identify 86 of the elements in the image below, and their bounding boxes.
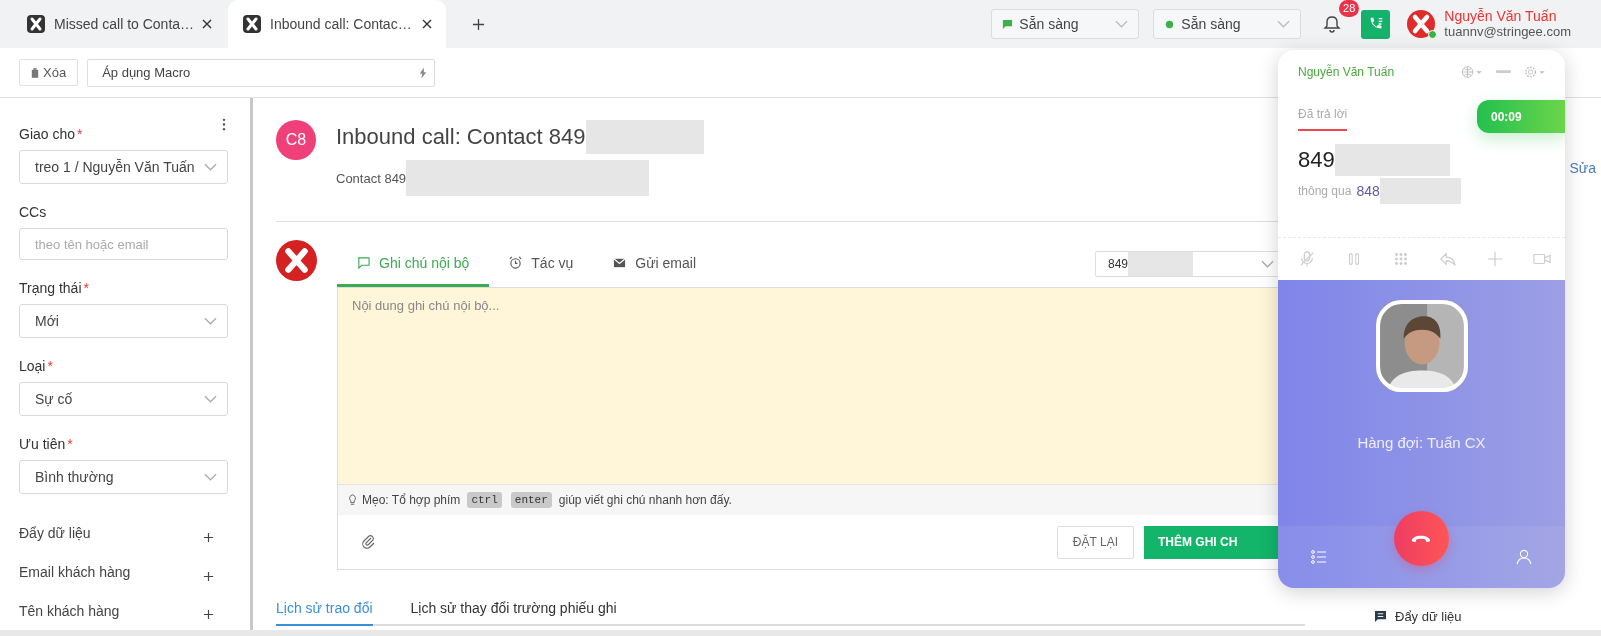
avatar-logo-icon: [1406, 9, 1437, 39]
chevron-down-icon: [204, 473, 217, 481]
user-email: tuannv@stringee.com: [1444, 24, 1571, 40]
select-field[interactable]: treo 1 / Nguyễn Văn Tuấn: [19, 150, 228, 184]
tip-text: giúp viết ghi chú nhanh hơn đấy.: [558, 493, 732, 507]
phone-button[interactable]: [1361, 9, 1391, 39]
panel-item[interactable]: Đẩy dữ liệu: [1395, 609, 1462, 624]
keypad-icon[interactable]: [1392, 250, 1410, 268]
section-label[interactable]: Tên khách hàng: [19, 602, 120, 619]
ticket-title: Inbound call: Contact 849: [336, 124, 586, 150]
chevron-down-icon: [1277, 20, 1291, 28]
field-label: Trạng thái: [19, 280, 82, 296]
select-field[interactable]: Bình thường: [19, 460, 228, 494]
history-tab[interactable]: Lịch sử thay đổi trường phiếu ghi: [410, 594, 617, 626]
section-label[interactable]: Email khách hàng: [19, 564, 131, 580]
via-label: thông qua: [1298, 184, 1352, 198]
alarm-clock-icon: [509, 256, 523, 269]
select-field[interactable]: Sự cố: [19, 382, 228, 416]
trash-icon: [31, 67, 39, 78]
plus-icon[interactable]: [203, 609, 214, 621]
hang-up-button[interactable]: [1394, 510, 1449, 566]
user-name: Nguyễn Văn Tuấn: [1444, 8, 1558, 24]
globe-icon[interactable]: [1460, 65, 1484, 79]
close-icon[interactable]: [422, 19, 432, 29]
envelope-icon: [613, 256, 627, 269]
field-label: CCs: [19, 204, 47, 220]
required-mark: *: [47, 358, 53, 374]
macro-field[interactable]: Áp dụng Macro: [87, 58, 436, 87]
key-label: ctrl: [467, 492, 502, 508]
call-status: Đã trả lời: [1298, 107, 1348, 131]
chat-icon: [1375, 611, 1386, 622]
chat-icon: [1002, 18, 1014, 30]
delete-button[interactable]: Xóa: [19, 59, 79, 86]
reset-button[interactable]: ĐẶT LẠI: [1056, 525, 1134, 559]
history-tab[interactable]: Lịch sử trao đổi: [276, 594, 373, 626]
call-timer: 00:09: [1477, 100, 1565, 133]
key-label: enter: [510, 492, 552, 508]
field-label: Giao cho: [19, 126, 76, 142]
close-icon[interactable]: [202, 19, 213, 29]
x-logo-icon: [242, 14, 262, 34]
mute-icon[interactable]: [1298, 250, 1316, 268]
field-label: Loại: [19, 358, 46, 374]
lightbulb-icon: [348, 494, 357, 506]
plus-icon[interactable]: [472, 17, 485, 31]
required-mark: *: [83, 280, 89, 296]
user-icon[interactable]: [1515, 549, 1532, 565]
tip-text: Mẹo: Tổ hợp phím: [362, 493, 461, 507]
chevron-down-icon: [1261, 259, 1274, 268]
composer-tab[interactable]: Tác vụ: [489, 241, 594, 287]
select-field[interactable]: Mới: [19, 304, 228, 338]
chevron-down-icon: [1115, 20, 1129, 28]
via-number: 848: [1356, 183, 1380, 199]
bell-icon[interactable]: [1322, 14, 1343, 34]
notification-badge: 28: [1339, 0, 1360, 17]
required-mark: *: [77, 126, 83, 142]
browser-tab[interactable]: Inbound call: Contac…: [228, 0, 446, 48]
plus-icon[interactable]: [203, 570, 214, 582]
section-label[interactable]: Đẩy dữ liệu: [19, 525, 91, 542]
chevron-down-icon: [204, 163, 217, 171]
comment-icon: [357, 256, 370, 269]
minimize-icon[interactable]: [1496, 70, 1511, 74]
contact-avatar: C8: [276, 120, 316, 160]
agent-avatar-icon: [276, 240, 317, 281]
field-label: Ưu tiên: [19, 436, 66, 452]
browser-tab[interactable]: Missed call to Conta…: [0, 0, 226, 48]
status-select[interactable]: Sẵn sàng: [991, 9, 1140, 39]
more-icon[interactable]: [222, 118, 226, 131]
caller-number: 849: [1298, 147, 1335, 173]
queue-label: Hàng đợi: Tuấn CX: [1357, 434, 1486, 451]
required-mark: *: [67, 436, 73, 452]
lightning-icon: [419, 66, 428, 79]
input-field[interactable]: theo tên hoặc email: [19, 228, 228, 260]
status-dot-icon: [1164, 18, 1176, 30]
transfer-icon[interactable]: [1439, 250, 1457, 268]
plus-icon[interactable]: [203, 531, 214, 543]
composer-tab[interactable]: Gửi email: [593, 241, 717, 287]
status-select[interactable]: Sẵn sàng: [1153, 9, 1302, 39]
edit-link[interactable]: Sửa: [1569, 160, 1596, 176]
agent-name: Nguyễn Văn Tuấn: [1298, 65, 1395, 79]
ticket-subtitle: Contact 849: [336, 170, 407, 186]
list-icon[interactable]: [1311, 549, 1328, 565]
x-logo-icon: [26, 14, 46, 34]
settings-icon[interactable]: [1523, 65, 1547, 79]
paperclip-icon[interactable]: [362, 535, 376, 549]
chevron-down-icon: [204, 317, 217, 325]
chevron-down-icon: [204, 395, 217, 403]
